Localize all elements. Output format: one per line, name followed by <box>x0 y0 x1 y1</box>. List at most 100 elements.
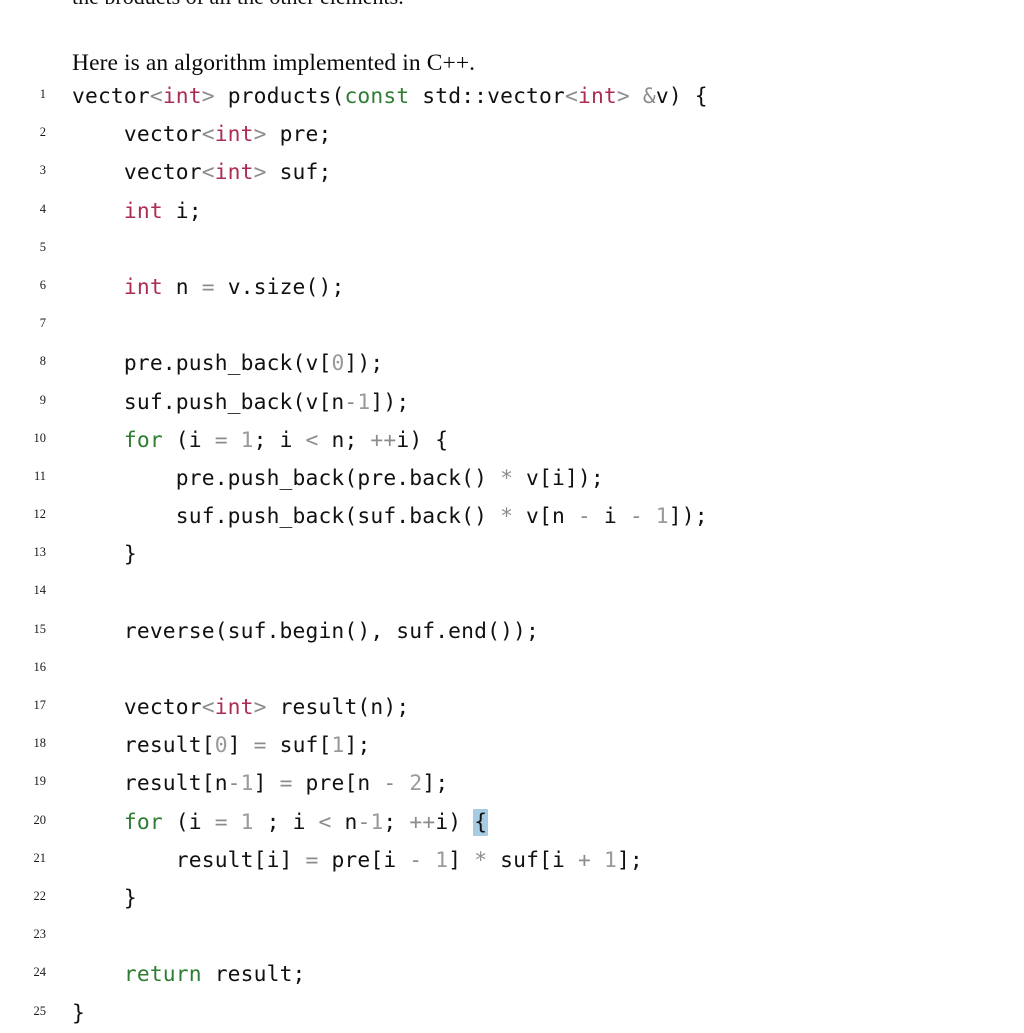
code-token: } <box>72 1000 85 1026</box>
code-token: 1 <box>603 847 617 873</box>
code-token: ++ <box>370 427 397 453</box>
code-token: vector <box>72 160 202 186</box>
code-line-text: result[n-1] = pre[n - 2]; <box>72 765 448 803</box>
code-token: int <box>162 84 202 109</box>
code-line-text: vector<int> pre; <box>72 116 331 154</box>
code-token: < <box>305 427 319 453</box>
line-number: 19 <box>33 774 47 789</box>
code-line[interactable]: 20 for (i = 1 ; i < n-1; ++i) { <box>0 804 1024 842</box>
code-token: = <box>305 847 319 873</box>
code-token: (i <box>162 427 215 453</box>
line-number: 9 <box>39 392 46 407</box>
code-line[interactable]: 14 <box>0 574 1024 612</box>
code-line[interactable]: 24 return result; <box>0 956 1024 994</box>
code-token: ]); <box>344 351 384 377</box>
code-line[interactable]: 3 vector<int> suf; <box>0 154 1024 192</box>
line-number: 1 <box>39 87 46 101</box>
clipped-previous-line-text: the products of all the other elements. <box>72 0 952 4</box>
code-line[interactable]: 25} <box>0 995 1024 1033</box>
code-line[interactable]: 17 vector<int> result(n); <box>0 689 1024 727</box>
code-token: > <box>201 84 215 109</box>
code-token: for <box>123 427 163 453</box>
code-line[interactable]: 21 result[i] = pre[i - 1] * suf[i + 1]; <box>0 842 1024 880</box>
code-token: result; <box>201 962 306 988</box>
code-line[interactable]: 15 reverse(suf.begin(), suf.end()); <box>0 613 1024 651</box>
line-number: 16 <box>33 659 47 674</box>
line-number: 14 <box>33 583 47 598</box>
code-line[interactable]: 23 <box>0 918 1024 956</box>
code-token: ]); <box>370 389 410 415</box>
code-line-text: } <box>72 536 137 574</box>
code-token: = <box>253 733 267 759</box>
code-token: - <box>629 504 643 530</box>
code-line-text: vector<int> result(n); <box>72 689 409 727</box>
code-line[interactable]: 8 pre.push_back(v[0]); <box>0 345 1024 383</box>
code-token: 1 <box>357 389 371 415</box>
code-line[interactable]: 2 vector<int> pre; <box>0 116 1024 154</box>
code-line[interactable]: 19 result[n-1] = pre[n - 2]; <box>0 765 1024 803</box>
code-line[interactable]: 1 vector<int> products(const std::vector<… <box>0 78 1024 116</box>
code-line[interactable]: 16 <box>0 651 1024 689</box>
code-token: int <box>123 274 163 300</box>
code-line-text: int n = v.size(); <box>72 269 344 307</box>
code-line[interactable]: 11 pre.push_back(pre.back() * v[i]); <box>0 460 1024 498</box>
code-line-text: } <box>72 880 137 918</box>
code-line[interactable]: 9 suf.push_back(v[n-1]); <box>0 384 1024 422</box>
code-token: 1 <box>655 504 669 530</box>
code-token: * <box>500 465 514 491</box>
code-token: i <box>590 504 630 530</box>
line-number: 7 <box>39 316 46 331</box>
code-token: pre[n <box>292 771 384 797</box>
code-token: ; i <box>253 809 319 835</box>
code-line[interactable]: 5 <box>0 231 1024 269</box>
line-number: 23 <box>33 927 47 942</box>
code-line[interactable]: 13 } <box>0 536 1024 574</box>
code-line-text: vector<int> suf; <box>72 154 331 192</box>
code-token: ; i <box>253 427 306 453</box>
code-token: > <box>253 695 267 720</box>
line-number: 12 <box>33 507 47 522</box>
code-token: suf.push_back(v[n <box>72 389 345 415</box>
code-token: pre; <box>266 122 332 148</box>
code-token: = <box>214 427 228 453</box>
code-line[interactable]: 6 int n = v.size(); <box>0 269 1024 307</box>
code-token: 1 <box>370 809 384 835</box>
code-token: suf; <box>266 160 332 186</box>
code-line-text: int i; <box>72 193 202 231</box>
code-line[interactable]: 18 result[0] = suf[1]; <box>0 727 1024 765</box>
highlighted-brace[interactable]: { <box>473 808 489 836</box>
code-line[interactable]: 22 } <box>0 880 1024 918</box>
code-token: > <box>616 84 630 109</box>
code-token: ; <box>383 809 410 835</box>
code-token: < <box>201 160 215 186</box>
code-token: pre.push_back(pre.back() <box>72 465 501 491</box>
line-number: 8 <box>39 354 46 369</box>
code-token: result[n <box>72 771 228 797</box>
clipped-previous-line: the products of all the other elements. <box>72 0 952 4</box>
code-line[interactable]: 12 suf.push_back(suf.back() * v[n - i - … <box>0 498 1024 536</box>
code-token: reverse(suf.begin(), suf.end()); <box>72 618 539 644</box>
code-token: v) { <box>655 84 708 109</box>
code-token: suf[i <box>487 847 578 873</box>
code-token: 0 <box>331 351 345 377</box>
code-line-text: suf.push_back(suf.back() * v[n - i - 1])… <box>72 498 708 536</box>
code-token: & <box>642 84 656 109</box>
code-token: - <box>383 771 397 797</box>
line-number: 21 <box>33 850 47 865</box>
code-token: ++ <box>409 809 436 835</box>
code-token: n <box>162 274 202 300</box>
code-line[interactable]: 4 int i; <box>0 193 1024 231</box>
code-line[interactable]: 10 for (i = 1; i < n; ++i) { <box>0 422 1024 460</box>
code-token: 1 <box>240 771 254 797</box>
code-token: std::vector <box>409 84 565 109</box>
code-token: = <box>201 274 215 300</box>
code-token: < <box>149 84 163 109</box>
code-token: ] <box>448 847 475 873</box>
code-line[interactable]: 7 <box>0 307 1024 345</box>
